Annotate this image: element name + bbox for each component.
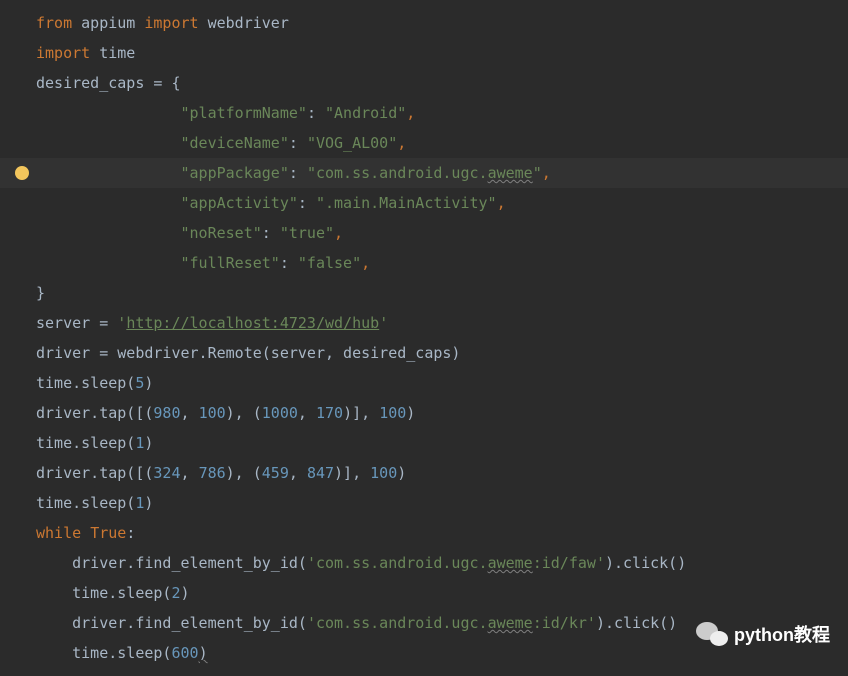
number-literal: 847 xyxy=(307,464,334,482)
keyword-while: while xyxy=(36,524,81,542)
number-literal: 5 xyxy=(135,374,144,392)
code-line[interactable]: import time xyxy=(0,38,848,68)
code-text: driver = webdriver.Remote(server, desire… xyxy=(36,344,460,362)
dict-value: "true" xyxy=(280,224,334,242)
code-line[interactable]: "noReset": "true", xyxy=(0,218,848,248)
code-line[interactable]: server = 'http://localhost:4723/wd/hub' xyxy=(0,308,848,338)
typo-warning: aweme xyxy=(488,554,533,572)
code-line[interactable]: desired_caps = { xyxy=(0,68,848,98)
number-literal: 1 xyxy=(135,494,144,512)
variable: server xyxy=(36,314,90,332)
number-literal: 100 xyxy=(379,404,406,422)
number-literal: 100 xyxy=(199,404,226,422)
dict-value: "false" xyxy=(298,254,361,272)
number-literal: 2 xyxy=(171,584,180,602)
typo-warning: aweme xyxy=(488,614,533,632)
dict-key: "fullReset" xyxy=(181,254,280,272)
import-name: webdriver xyxy=(208,14,289,32)
code-line[interactable]: time.sleep(2) xyxy=(0,578,848,608)
keyword-true: True xyxy=(90,524,126,542)
number-literal: 459 xyxy=(262,464,289,482)
number-literal: 100 xyxy=(370,464,397,482)
number-literal: 170 xyxy=(316,404,343,422)
dict-value: "VOG_AL00" xyxy=(307,134,397,152)
variable: desired_caps xyxy=(36,74,144,92)
code-line[interactable]: driver = webdriver.Remote(server, desire… xyxy=(0,338,848,368)
import-name: time xyxy=(99,44,135,62)
code-line[interactable]: "fullReset": "false", xyxy=(0,248,848,278)
gutter[interactable] xyxy=(8,166,36,180)
dict-value: ".main.MainActivity" xyxy=(316,194,497,212)
code-line[interactable]: time.sleep(5) xyxy=(0,368,848,398)
code-line[interactable]: while True: xyxy=(0,518,848,548)
number-literal: 1 xyxy=(135,434,144,452)
code-line[interactable]: "appActivity": ".main.MainActivity", xyxy=(0,188,848,218)
number-literal: 786 xyxy=(199,464,226,482)
dict-key: "noReset" xyxy=(181,224,262,242)
dict-value: "com.ss.android.ugc. xyxy=(307,164,488,182)
dict-key: "appActivity" xyxy=(181,194,298,212)
number-literal: 980 xyxy=(153,404,180,422)
code-line[interactable]: driver.tap([(324, 786), (459, 847)], 100… xyxy=(0,458,848,488)
watermark-text: python教程 xyxy=(734,621,830,647)
lightbulb-icon[interactable] xyxy=(15,166,29,180)
typo-warning: aweme xyxy=(488,164,533,182)
keyword-from: from xyxy=(36,14,72,32)
dict-key: "platformName" xyxy=(181,104,307,122)
number-literal: 324 xyxy=(153,464,180,482)
keyword-import: import xyxy=(36,44,90,62)
dict-key: "deviceName" xyxy=(181,134,289,152)
code-line[interactable]: time.sleep(1) xyxy=(0,428,848,458)
wechat-icon xyxy=(696,620,728,648)
url-link[interactable]: http://localhost:4723/wd/hub xyxy=(126,314,379,332)
code-editor[interactable]: from appium import webdriver import time… xyxy=(0,0,848,676)
dict-key: "appPackage" xyxy=(181,164,289,182)
code-line[interactable]: driver.find_element_by_id('com.ss.androi… xyxy=(0,548,848,578)
code-line[interactable]: } xyxy=(0,278,848,308)
code-line[interactable]: "deviceName": "VOG_AL00", xyxy=(0,128,848,158)
watermark: python教程 xyxy=(696,620,830,648)
module-name: appium xyxy=(81,14,135,32)
dict-value: "Android" xyxy=(325,104,406,122)
code-line[interactable]: driver.tap([(980, 100), (1000, 170)], 10… xyxy=(0,398,848,428)
keyword-import: import xyxy=(144,14,198,32)
code-line-active[interactable]: "appPackage": "com.ss.android.ugc.aweme"… xyxy=(0,158,848,188)
number-literal: 600 xyxy=(171,644,198,662)
code-line[interactable]: "platformName": "Android", xyxy=(0,98,848,128)
code-line[interactable]: from appium import webdriver xyxy=(0,8,848,38)
code-line[interactable]: time.sleep(1) xyxy=(0,488,848,518)
number-literal: 1000 xyxy=(262,404,298,422)
